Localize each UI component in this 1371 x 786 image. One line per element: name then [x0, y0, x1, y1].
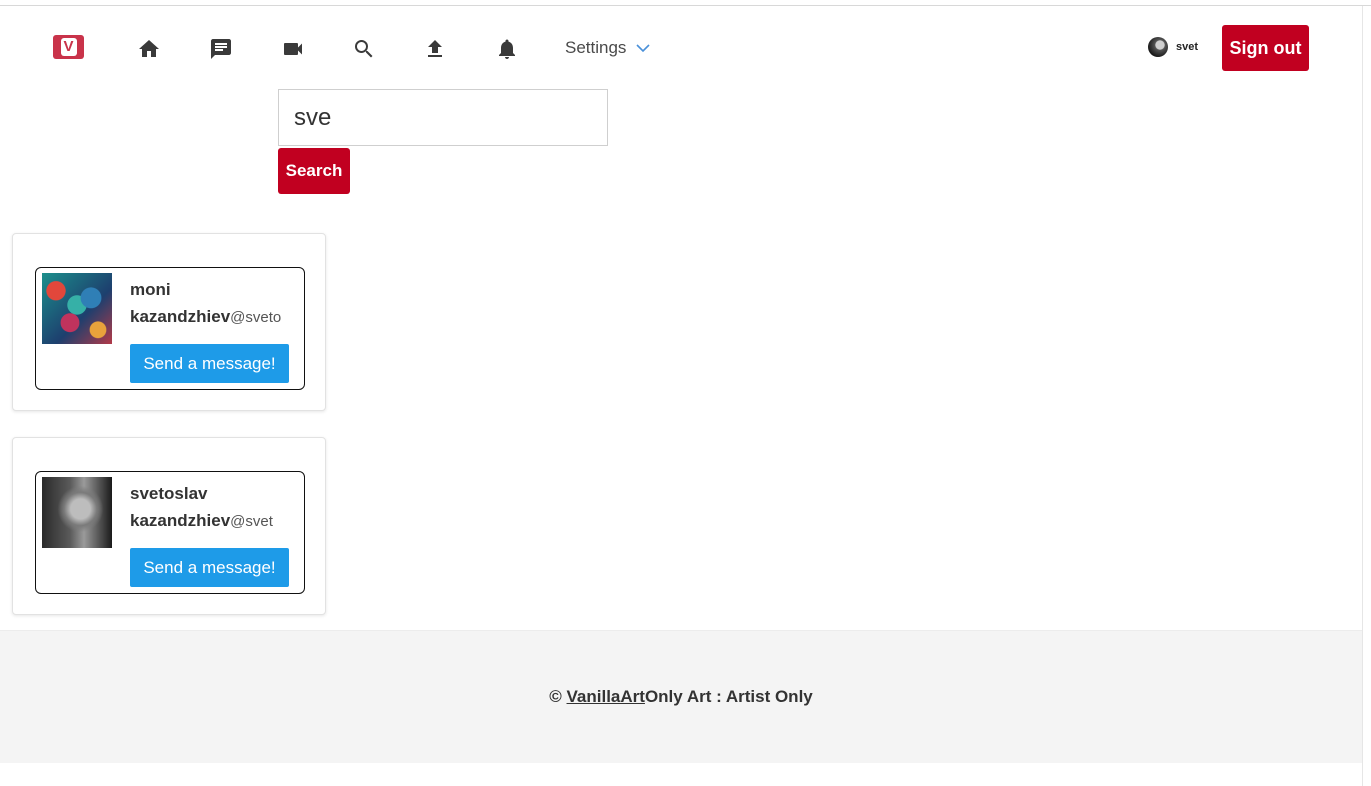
send-message-button[interactable]: Send a message!	[130, 344, 289, 383]
footer: © VanillaArt Only Art : Artist Only	[0, 630, 1362, 763]
search-button[interactable]: Search	[278, 148, 350, 194]
vanillaart-logo[interactable]: V	[53, 35, 84, 59]
logo-letter: V	[60, 38, 77, 56]
user-full-name[interactable]: moni kazandzhiev@sveto	[130, 276, 300, 331]
user-name-text: svetoslav kazandzhiev	[130, 484, 231, 530]
chat-icon[interactable]	[209, 37, 233, 61]
user-result: svetoslav kazandzhiev@svet Send a messag…	[35, 471, 305, 594]
copyright-symbol: ©	[549, 687, 562, 706]
sign-out-button[interactable]: Sign out	[1222, 25, 1309, 71]
user-handle: @svet	[230, 513, 273, 530]
brand-link[interactable]: VanillaArt	[567, 687, 645, 707]
user-result-card: moni kazandzhiev@sveto Send a message!	[12, 233, 326, 411]
settings-dropdown[interactable]: Settings	[565, 36, 651, 60]
bell-icon[interactable]	[495, 37, 519, 61]
scrollbar-track[interactable]	[1362, 6, 1363, 786]
profile-username: svet	[1176, 41, 1199, 53]
send-message-button[interactable]: Send a message!	[130, 548, 289, 587]
upload-icon[interactable]	[423, 37, 447, 61]
user-result-card: svetoslav kazandzhiev@svet Send a messag…	[12, 437, 326, 615]
footer-tagline: Only Art : Artist Only	[644, 687, 813, 706]
top-navbar: V Settings svet Sign out	[0, 6, 1362, 86]
user-thumbnail[interactable]	[42, 477, 112, 548]
avatar	[1148, 37, 1168, 57]
user-name-text: moni kazandzhiev	[130, 280, 231, 326]
user-profile-link[interactable]: svet	[1148, 37, 1198, 57]
user-thumbnail[interactable]	[42, 273, 112, 344]
user-result: moni kazandzhiev@sveto Send a message!	[35, 267, 305, 390]
chevron-down-icon	[636, 44, 651, 53]
settings-label: Settings	[565, 38, 627, 57]
search-icon[interactable]	[352, 37, 376, 61]
user-handle: @sveto	[230, 309, 282, 326]
home-icon[interactable]	[137, 37, 161, 61]
video-icon[interactable]	[281, 37, 305, 61]
search-input[interactable]	[278, 89, 608, 146]
user-full-name[interactable]: svetoslav kazandzhiev@svet	[130, 480, 300, 535]
